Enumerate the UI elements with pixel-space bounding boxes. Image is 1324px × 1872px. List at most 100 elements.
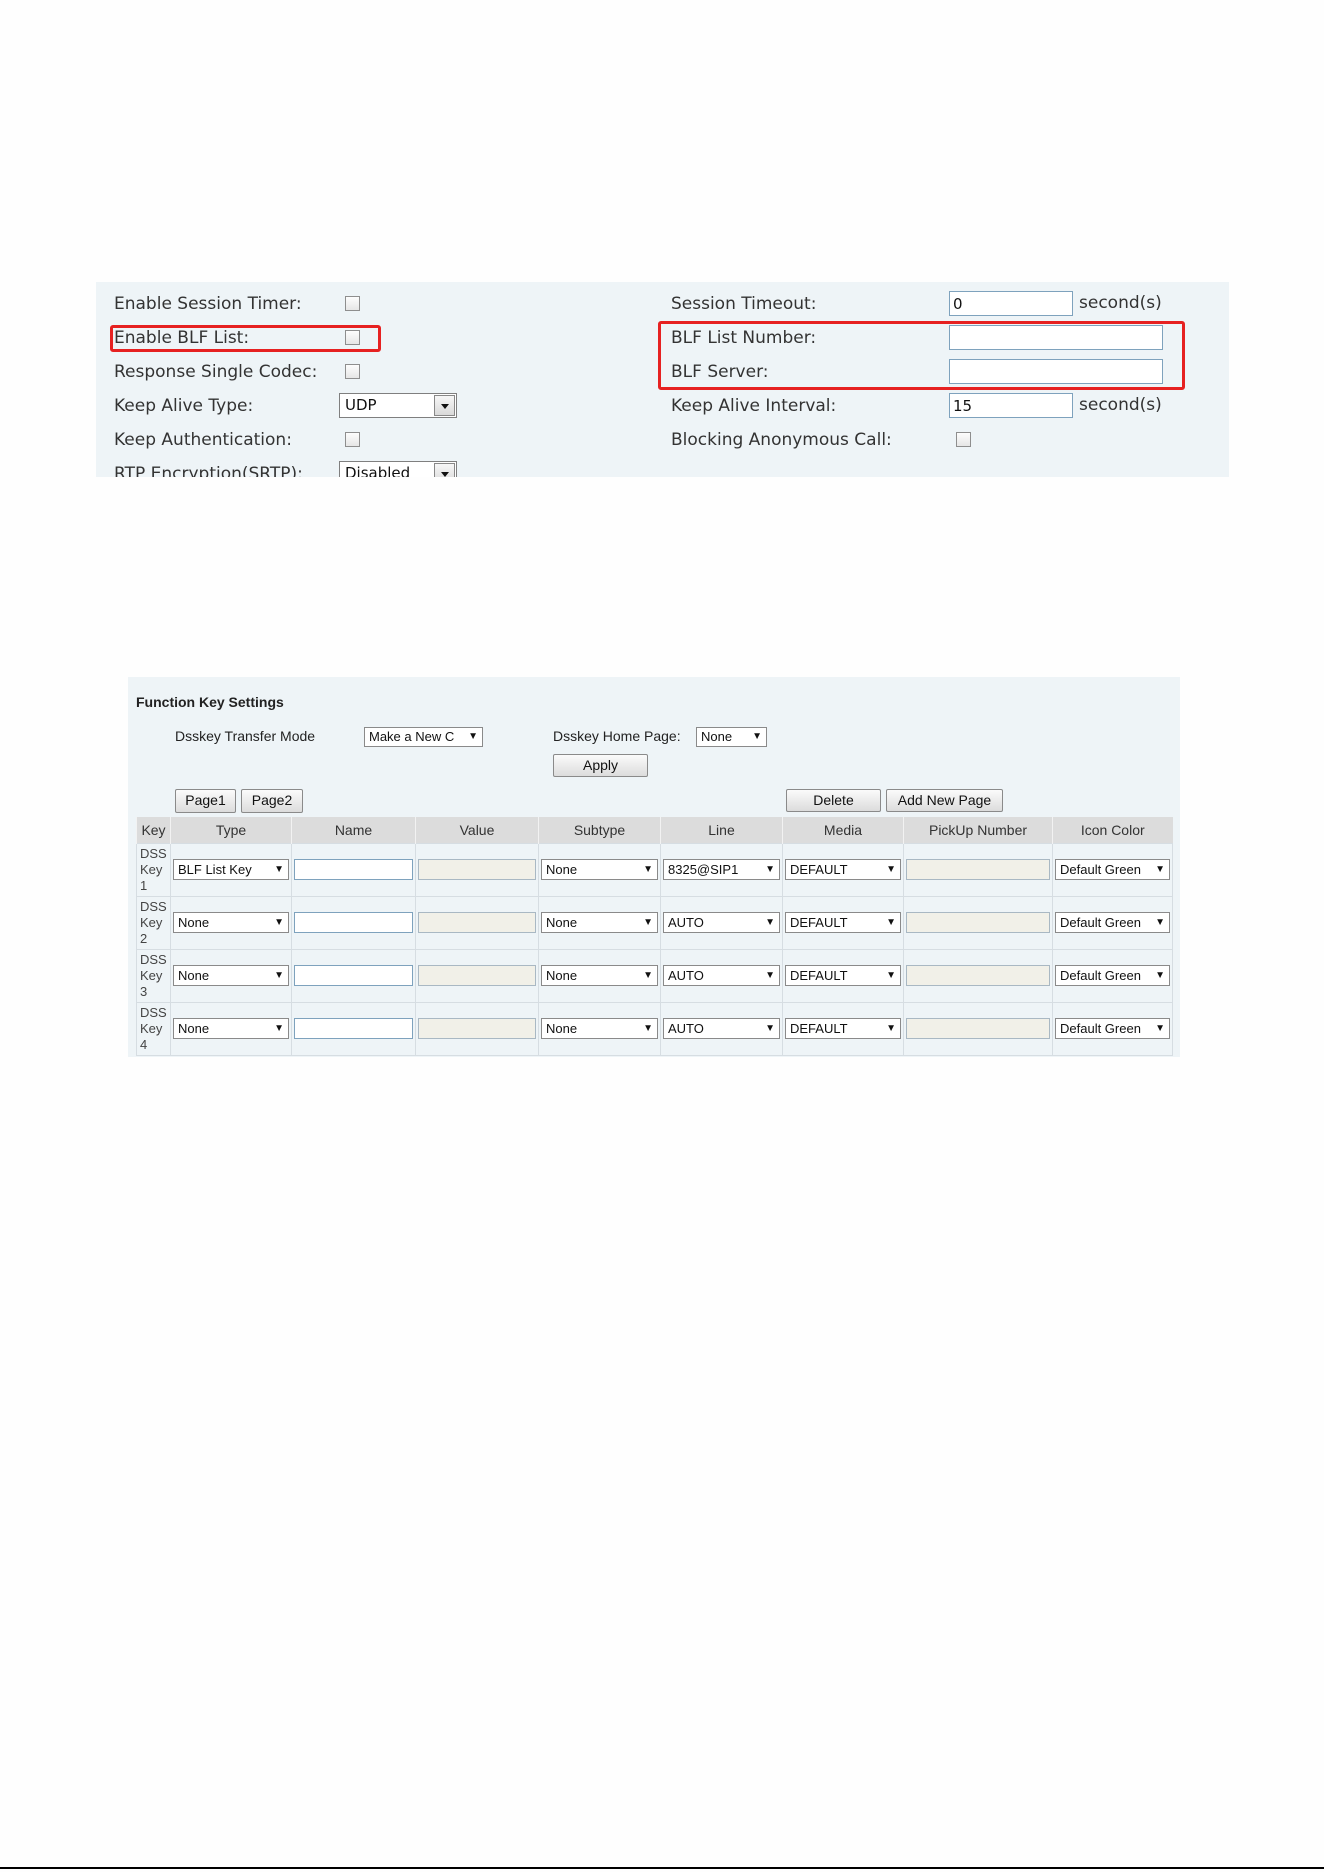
- type-select[interactable]: None ▼: [173, 912, 289, 933]
- dropdown-arrow-icon: ▼: [643, 864, 653, 875]
- dropdown-arrow-icon: ▼: [274, 1023, 284, 1034]
- line-value: 8325@SIP1: [668, 862, 739, 877]
- pickup-number-input[interactable]: [906, 859, 1050, 880]
- response-single-codec-checkbox[interactable]: [345, 364, 360, 379]
- session-timeout-input[interactable]: [949, 291, 1073, 316]
- line-select[interactable]: AUTO ▼: [663, 965, 780, 986]
- enable-session-timer-checkbox[interactable]: [345, 296, 360, 311]
- icon-color-select[interactable]: Default Green ▼: [1055, 1018, 1170, 1039]
- dropdown-arrow-icon: ▼: [274, 864, 284, 875]
- type-select[interactable]: None ▼: [173, 965, 289, 986]
- column-header: Line: [660, 817, 783, 843]
- media-select[interactable]: DEFAULT ▼: [785, 859, 901, 880]
- value-input[interactable]: [418, 965, 536, 986]
- line-select[interactable]: 8325@SIP1 ▼: [663, 859, 780, 880]
- dropdown-arrow-icon: ▼: [1155, 864, 1165, 875]
- dropdown-arrow-icon: ▼: [1155, 970, 1165, 981]
- tab-page1[interactable]: Page1: [175, 789, 236, 813]
- type-value: None: [178, 1021, 210, 1036]
- type-select[interactable]: BLF List Key ▼: [173, 859, 289, 880]
- line-value: AUTO: [668, 968, 704, 983]
- dropdown-arrow-icon[interactable]: [434, 395, 455, 416]
- media-select[interactable]: DEFAULT ▼: [785, 912, 901, 933]
- name-input[interactable]: [294, 965, 413, 986]
- delete-button[interactable]: Delete: [786, 789, 881, 812]
- dropdown-arrow-icon: ▼: [643, 970, 653, 981]
- session-timeout-label: Session Timeout:: [671, 294, 817, 314]
- dsskey-transfer-mode-value: Make a New C: [369, 729, 455, 744]
- subtype-select[interactable]: None ▼: [541, 859, 658, 880]
- subtype-select[interactable]: None ▼: [541, 965, 658, 986]
- response-single-codec-label: Response Single Codec:: [114, 362, 318, 382]
- dropdown-arrow-icon: ▼: [886, 970, 896, 981]
- column-header: Media: [782, 817, 904, 843]
- key-number: 1: [140, 877, 148, 893]
- media-select[interactable]: DEFAULT ▼: [785, 965, 901, 986]
- dropdown-arrow-icon: ▼: [752, 731, 762, 742]
- line-select[interactable]: AUTO ▼: [663, 1018, 780, 1039]
- keep-alive-interval-input[interactable]: [949, 393, 1073, 418]
- column-header: Name: [291, 817, 416, 843]
- name-input[interactable]: [294, 859, 413, 880]
- value-input[interactable]: [418, 1018, 536, 1039]
- keep-alive-type-select[interactable]: UDP: [339, 393, 457, 418]
- pickup-number-input[interactable]: [906, 1018, 1050, 1039]
- icon-color-select[interactable]: Default Green ▼: [1055, 859, 1170, 880]
- key-label: Key: [140, 861, 163, 877]
- subtype-value: None: [546, 968, 578, 983]
- subtype-value: None: [546, 1021, 578, 1036]
- icon-color-select[interactable]: Default Green ▼: [1055, 912, 1170, 933]
- subtype-select[interactable]: None ▼: [541, 1018, 658, 1039]
- dropdown-arrow-icon: ▼: [886, 1023, 896, 1034]
- pickup-number-input[interactable]: [906, 965, 1050, 986]
- table-row: DSS Key 1 BLF List Key ▼ None ▼ 8325@SIP1 ▼…: [136, 842, 1173, 897]
- line-select[interactable]: AUTO ▼: [663, 912, 780, 933]
- dropdown-arrow-icon: ▼: [765, 864, 775, 875]
- value-input[interactable]: [418, 859, 536, 880]
- dsskey-transfer-mode-label: Dsskey Transfer Mode: [175, 728, 316, 744]
- apply-button[interactable]: Apply: [553, 754, 648, 777]
- dropdown-arrow-icon: ▼: [643, 917, 653, 928]
- dsskey-transfer-mode-select[interactable]: Make a New C ▼: [364, 727, 483, 747]
- function-key-settings-panel: Function Key Settings Dsskey Transfer Mo…: [128, 677, 1180, 1057]
- type-select[interactable]: None ▼: [173, 1018, 289, 1039]
- dropdown-arrow-icon: ▼: [643, 1023, 653, 1034]
- dropdown-arrow-icon[interactable]: [434, 463, 455, 477]
- session-timeout-unit: second(s): [1079, 293, 1162, 313]
- keep-authentication-checkbox[interactable]: [345, 432, 360, 447]
- value-input[interactable]: [418, 912, 536, 933]
- subtype-value: None: [546, 915, 578, 930]
- dropdown-arrow-icon: ▼: [468, 731, 478, 742]
- rtp-encryption-value: Disabled: [345, 464, 411, 477]
- blocking-anonymous-call-checkbox[interactable]: [956, 432, 971, 447]
- subtype-select[interactable]: None ▼: [541, 912, 658, 933]
- type-value: BLF List Key: [178, 862, 252, 877]
- keep-alive-interval-unit: second(s): [1079, 395, 1162, 415]
- key-label: Key: [140, 1020, 163, 1036]
- media-value: DEFAULT: [790, 915, 848, 930]
- icon-color-value: Default Green: [1060, 1021, 1141, 1036]
- add-new-page-button[interactable]: Add New Page: [886, 789, 1003, 812]
- dropdown-arrow-icon: ▼: [274, 917, 284, 928]
- key-cell: DSS Key 3: [136, 948, 171, 1003]
- media-select[interactable]: DEFAULT ▼: [785, 1018, 901, 1039]
- tab-page2[interactable]: Page2: [241, 789, 303, 813]
- dropdown-arrow-icon: ▼: [1155, 1023, 1165, 1034]
- table-row: DSS Key 3 None ▼ None ▼ AUTO ▼ DEFAULT ▼ Def…: [136, 948, 1173, 1003]
- blocking-anonymous-call-label: Blocking Anonymous Call:: [671, 430, 892, 450]
- name-input[interactable]: [294, 1018, 413, 1039]
- key-number: 3: [140, 983, 148, 999]
- dsskey-home-page-select[interactable]: None ▼: [696, 727, 767, 747]
- dss-key-table: Key Type Name Value Subtype Line Media P…: [136, 817, 1173, 1056]
- name-input[interactable]: [294, 912, 413, 933]
- rtp-encryption-label: RTP Encryption(SRTP):: [114, 464, 303, 477]
- icon-color-select[interactable]: Default Green ▼: [1055, 965, 1170, 986]
- column-header: Icon Color: [1052, 817, 1173, 843]
- icon-color-value: Default Green: [1060, 862, 1141, 877]
- pickup-number-input[interactable]: [906, 912, 1050, 933]
- subtype-value: None: [546, 862, 578, 877]
- key-label: Key: [140, 914, 163, 930]
- key-label: Key: [140, 967, 163, 983]
- page-bottom-rule: [0, 1867, 1324, 1869]
- rtp-encryption-select[interactable]: Disabled: [339, 461, 457, 477]
